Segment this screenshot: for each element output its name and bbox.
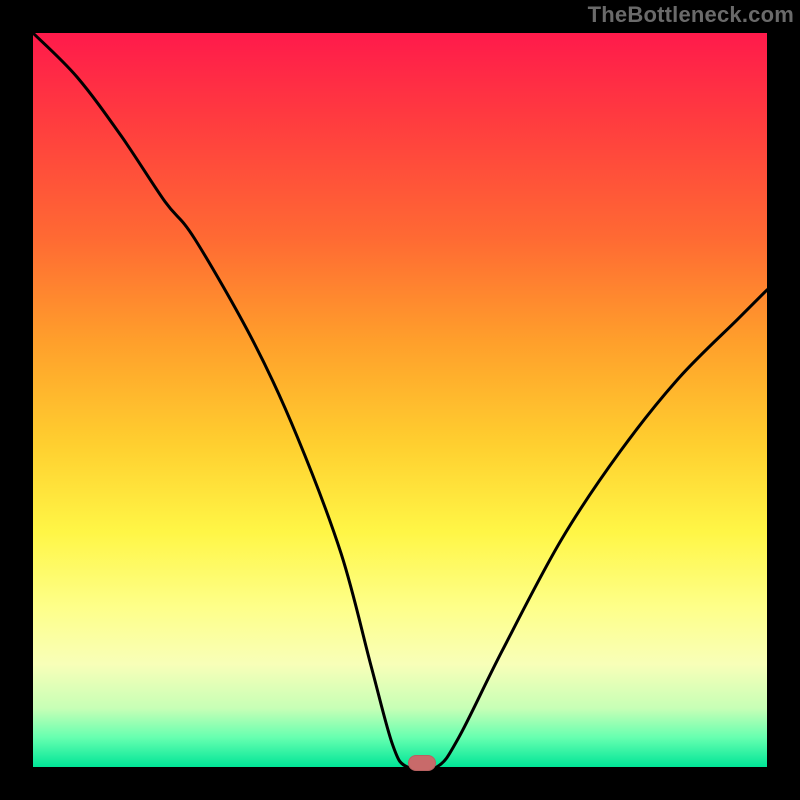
chart-frame: TheBottleneck.com [0,0,800,800]
curve-svg [33,33,767,767]
bottleneck-curve-path [33,33,767,770]
optimal-point-marker [408,755,436,771]
watermark-text: TheBottleneck.com [588,2,794,28]
plot-area [33,33,767,767]
